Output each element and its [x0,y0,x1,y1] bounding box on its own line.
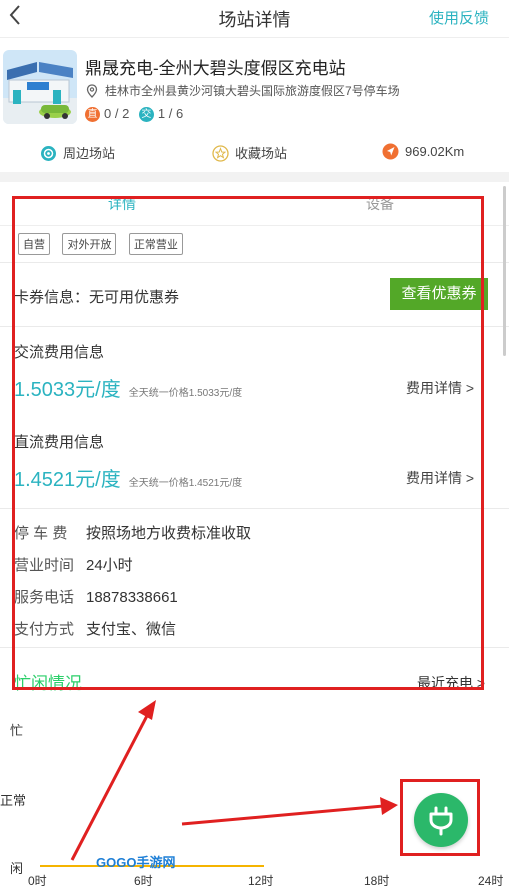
divider [0,326,509,327]
scrollbar[interactable] [503,186,506,356]
tag-self-operated: 自营 [18,233,50,255]
watermark-logo: GOGO手游网 [96,855,176,870]
payment-method-value: 支付宝、微信 [86,621,177,638]
detail-tabs: 详情 设备 [0,182,509,226]
x-tick-label: 18时 [364,874,390,886]
tag-operating: 正常营业 [128,233,183,255]
favorite-icon [212,145,229,162]
coupon-info: 卡券信息：无可用优惠券 [14,289,180,306]
parking-fee-value: 按照场地方收费标准收取 [86,525,252,542]
divider [0,262,509,263]
payment-method-row: 支付方式 支付宝、微信 [14,618,176,639]
charge-button[interactable] [414,793,468,847]
favorite-station-button[interactable]: 收藏场站 [212,143,287,162]
y-tick-label: 正常 [0,793,27,808]
ac-fee-price-row: 1.5033元/度 全天统一价格1.5033元/度 [14,373,242,402]
station-thumbnail [3,50,77,124]
parking-fee-row: 停 车 费 按照场地方收费标准收取 [14,522,251,543]
ac-badge: 交 [138,107,154,122]
y-tick-label: 忙 [10,723,24,738]
divider [0,647,509,648]
app-header: 场站详情 使用反馈 [0,0,509,38]
business-hours-row: 营业时间 24小时 [14,554,133,575]
busy-status-title: 忙闲情况 [14,674,82,693]
service-phone-label: 服务电话 [14,589,75,606]
parking-fee-label: 停 车 费 [14,525,68,542]
status-tags: 自营 对外开放 正常营业 [18,233,191,255]
section-divider [0,172,509,182]
tab-equipment[interactable]: 设备 [366,194,394,214]
tab-detail[interactable]: 详情 [108,194,136,214]
station-actions: 周边场站 收藏场站 969.02Km [0,134,509,172]
x-tick-label: 12时 [248,874,274,886]
dc-count: 0 / 2 [104,106,130,121]
station-address-text: 桂林市全州县黄沙河镇大碧头国际旅游度假区7号停车场 [105,84,400,98]
ac-fee-title: 交流费用信息 [14,344,105,361]
dc-fee-price: 1.4521元/度 [14,469,121,491]
dc-badge: 直 [85,107,100,122]
dc-fee-detail-link[interactable]: 费用详情 > [406,468,474,488]
service-phone-row: 服务电话 18878338661 [14,586,178,607]
plug-icon [429,806,453,836]
y-tick-label: 闲 [10,861,24,876]
view-coupons-button[interactable]: 查看优惠券 [390,278,488,310]
nearby-icon [41,146,56,161]
tag-open-public: 对外开放 [62,233,117,255]
station-summary: 鼎晟充电-全州大碧头度假区充电站 桂林市全州县黄沙河镇大碧头国际旅游度假区7号停… [0,38,509,130]
location-pin-icon [86,84,98,98]
favorite-label: 收藏场站 [235,146,288,161]
dc-fee-price-row: 1.4521元/度 全天统一价格1.4521元/度 [14,463,242,492]
ac-count: 1 / 6 [157,106,184,121]
navigation-arrow-icon [382,143,399,160]
business-hours-label: 营业时间 [14,557,75,574]
distance-text: 969.02Km [405,144,465,159]
station-address: 桂林市全州县黄沙河镇大碧头国际旅游度假区7号停车场 [85,82,400,99]
ac-fee-price: 1.5033元/度 [14,379,121,401]
ac-fee-detail-link[interactable]: 费用详情 > [406,378,474,398]
divider [0,508,509,509]
charger-counts: 直 0 / 2 交1 / 6 [85,106,183,122]
nearby-stations-button[interactable]: 周边场站 [40,143,115,162]
x-tick-label: 0时 [28,874,47,886]
ac-fee-note: 全天统一价格1.5033元/度 [128,388,243,399]
feedback-link[interactable]: 使用反馈 [429,7,489,28]
service-phone-value[interactable]: 18878338661 [86,589,178,606]
x-tick-label: 6时 [134,874,153,886]
nearby-label: 周边场站 [63,146,116,161]
payment-method-label: 支付方式 [14,621,75,638]
dc-fee-title: 直流费用信息 [14,434,105,451]
business-hours-value: 24小时 [86,557,133,574]
navigate-button[interactable]: 969.02Km [382,143,464,160]
station-name: 鼎晟充电-全州大碧头度假区充电站 [85,59,346,78]
x-tick-label: 24时 [478,874,504,886]
recent-charging-link[interactable]: 最近充电 > [417,673,485,693]
dc-fee-note: 全天统一价格1.4521元/度 [128,478,243,489]
